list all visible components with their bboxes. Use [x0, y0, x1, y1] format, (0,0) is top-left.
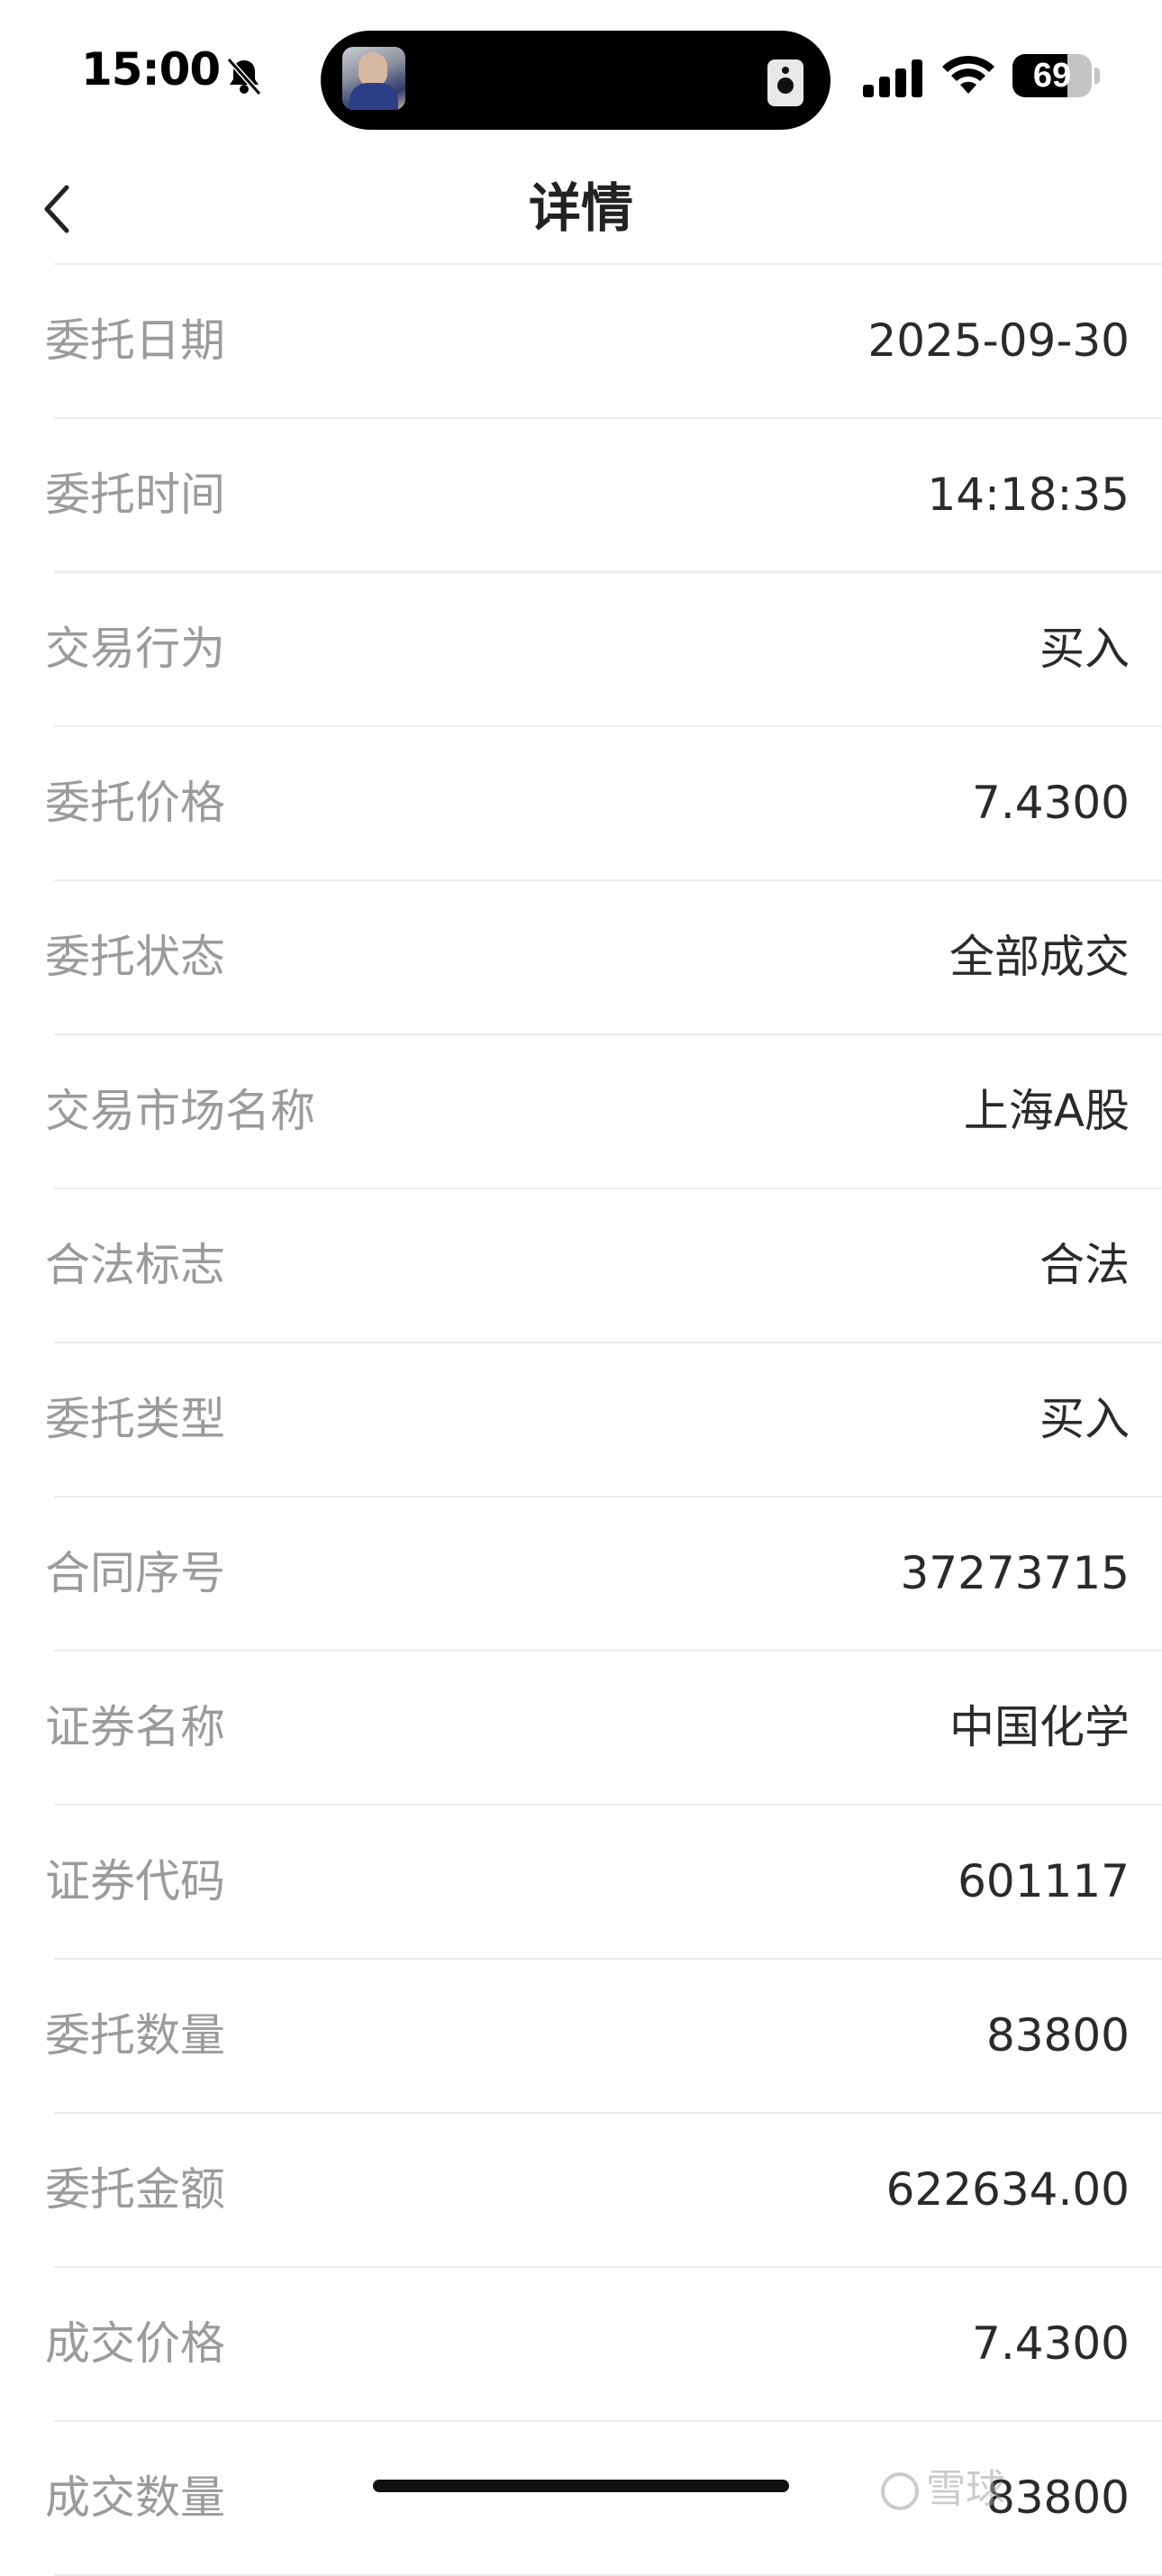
home-indicator[interactable]	[373, 2480, 789, 2492]
battery-icon: 69	[1012, 54, 1100, 97]
now-playing-avatar	[342, 47, 405, 110]
detail-row: 委托金额 622634.00	[45, 2114, 1162, 2268]
detail-label: 合法标志	[45, 1239, 225, 1291]
nav-bar: 详情	[0, 153, 1162, 263]
page-title: 详情	[528, 177, 633, 239]
status-time: 15:00	[81, 43, 221, 96]
detail-label: 成交数量	[45, 2471, 225, 2524]
detail-label: 成交价格	[45, 2317, 225, 2370]
detail-value: 上海A股	[963, 1085, 1130, 1137]
detail-value: 83800	[985, 2471, 1130, 2524]
detail-label: 委托数量	[45, 2009, 225, 2062]
detail-value: 合法	[1039, 1239, 1130, 1291]
dynamic-island[interactable]	[321, 31, 831, 130]
detail-value: 7.4300	[972, 2317, 1130, 2370]
detail-label: 委托价格	[45, 777, 225, 829]
detail-row: 委托状态 全部成交	[45, 881, 1162, 1035]
detail-value: 中国化学	[949, 1701, 1130, 1753]
detail-value: 全部成交	[949, 931, 1130, 983]
detail-label: 证券代码	[45, 1855, 225, 1907]
detail-label: 证券名称	[45, 1701, 225, 1753]
xueqiu-logo-icon	[881, 2472, 919, 2510]
detail-value: 83800	[985, 2009, 1130, 2062]
detail-row: 证券代码 601117	[45, 1806, 1162, 1960]
detail-row: 合同序号 37273715	[45, 1497, 1162, 1652]
detail-row: 委托类型 买入	[45, 1343, 1162, 1497]
detail-row: 交易行为 买入	[45, 573, 1162, 727]
detail-value: 2025-09-30	[867, 314, 1130, 367]
detail-value: 37273715	[900, 1547, 1130, 1599]
detail-label: 委托时间	[45, 469, 225, 521]
detail-label: 委托状态	[45, 931, 225, 983]
detail-value: 买入	[1039, 1393, 1130, 1445]
detail-row: 合法标志 合法	[45, 1189, 1162, 1343]
detail-value: 7.4300	[972, 777, 1130, 829]
detail-label: 委托类型	[45, 1393, 225, 1445]
detail-value: 601117	[958, 1855, 1130, 1907]
status-bar: 15:00 69	[0, 0, 1162, 153]
bell-slash-icon	[226, 57, 262, 96]
detail-value: 622634.00	[885, 2163, 1130, 2216]
detail-row: 交易市场名称 上海A股	[45, 1035, 1162, 1189]
detail-row: 委托时间 14:18:35	[45, 419, 1162, 573]
watermark: 雪球	[881, 2456, 1005, 2514]
detail-label: 委托日期	[45, 314, 225, 367]
back-button[interactable]	[27, 171, 99, 243]
chevron-left-icon	[44, 185, 69, 233]
detail-row: 成交价格 7.4300	[45, 2268, 1162, 2422]
detail-label: 交易行为	[45, 623, 225, 675]
detail-value: 14:18:35	[927, 469, 1130, 521]
detail-label: 交易市场名称	[45, 1085, 315, 1137]
detail-row: 委托价格 7.4300	[45, 727, 1162, 881]
detail-row: 委托数量 83800	[45, 1960, 1162, 2114]
signal-icon	[863, 59, 922, 97]
wifi-icon	[942, 55, 994, 94]
detail-value: 买入	[1039, 623, 1130, 675]
battery-level: 69	[1032, 57, 1072, 95]
speaker-icon	[767, 59, 803, 106]
detail-label: 合同序号	[45, 1547, 225, 1599]
detail-label: 委托金额	[45, 2163, 225, 2216]
detail-row: 证券名称 中国化学	[45, 1652, 1162, 1806]
detail-list: 委托日期 2025-09-30 委托时间 14:18:35 交易行为 买入 委托价格 7.43…	[0, 265, 1162, 2576]
watermark-text: 雪球	[926, 2466, 1005, 2512]
detail-row: 委托日期 2025-09-30	[45, 265, 1162, 419]
